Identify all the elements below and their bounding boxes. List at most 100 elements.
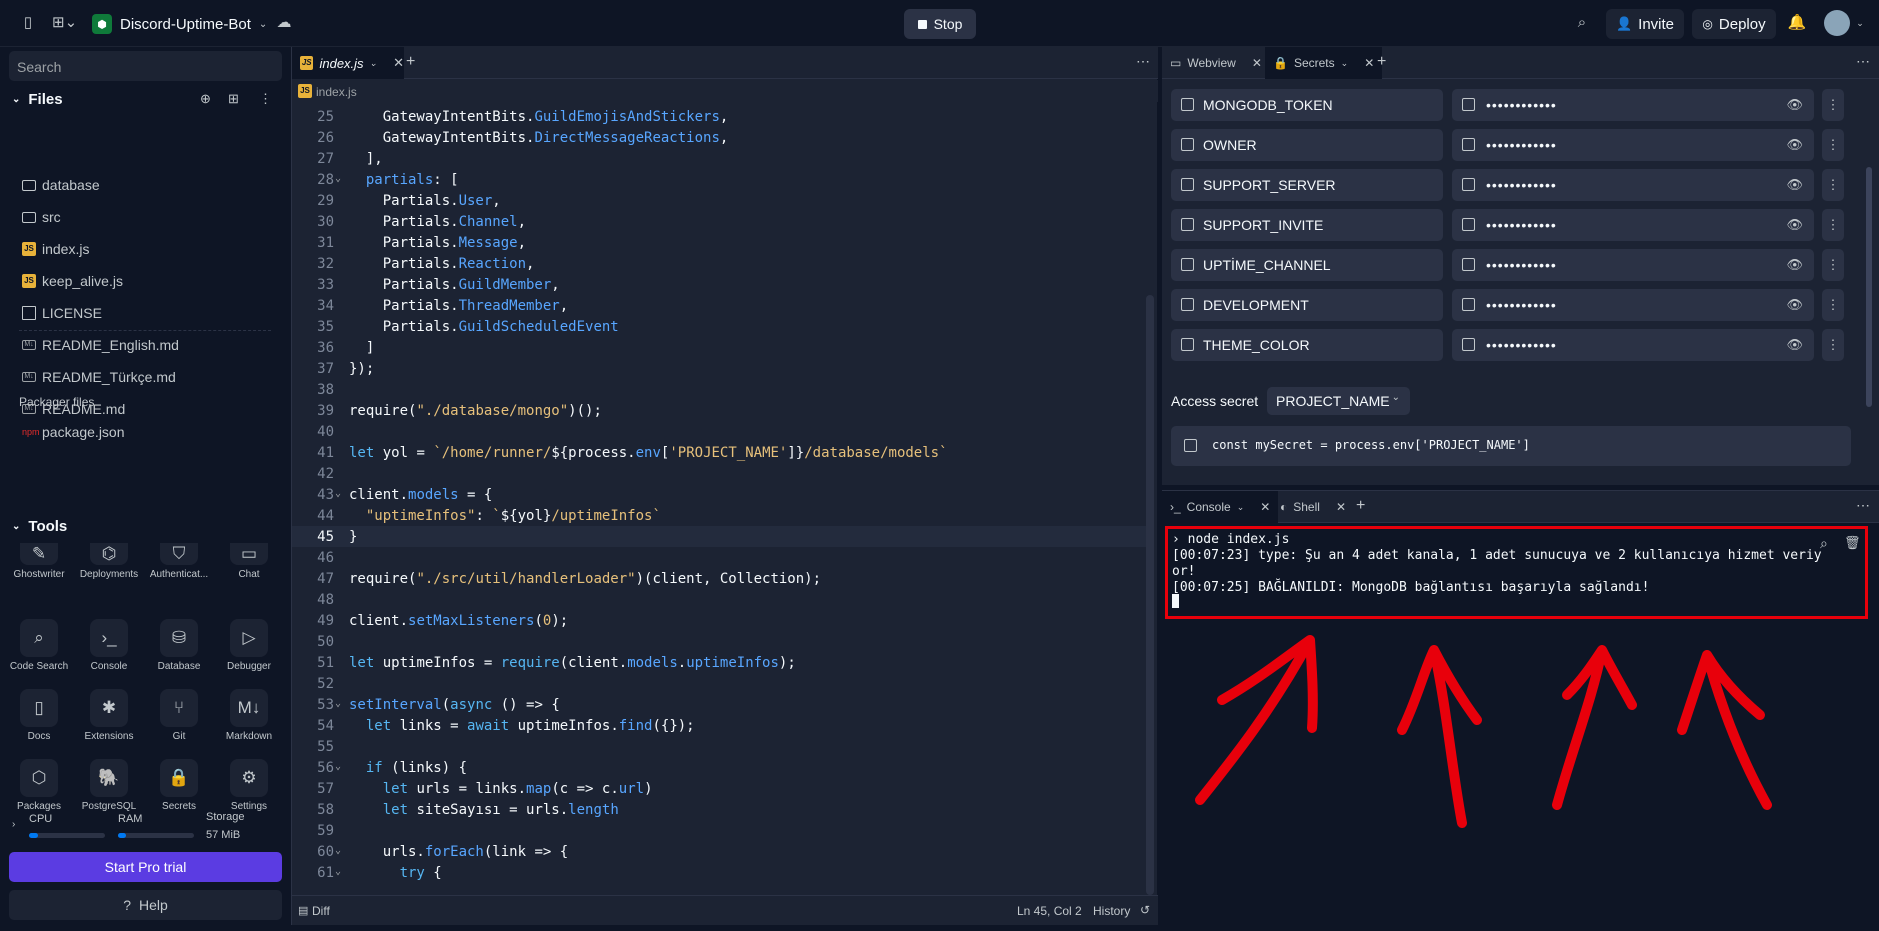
list-item[interactable]: M↓ README_English.md xyxy=(22,335,179,355)
list-item[interactable]: database xyxy=(22,175,100,195)
list-item[interactable]: LICENSE xyxy=(22,303,102,323)
copy-icon[interactable] xyxy=(1181,138,1194,151)
copy-icon[interactable] xyxy=(1181,178,1194,191)
help-button[interactable]: ? Help xyxy=(9,890,282,920)
new-file-icon[interactable]: ⊕ xyxy=(200,91,211,107)
layout-menu-icon[interactable]: ⊞⌄ xyxy=(52,13,77,33)
tab-console[interactable]: ›_ Console ⌄ ✕ xyxy=(1162,491,1279,523)
more-options-icon[interactable]: ⋯ xyxy=(1856,497,1870,514)
tab-webview[interactable]: ▭ Webview ✕ xyxy=(1162,47,1270,79)
copy-icon[interactable] xyxy=(1181,298,1194,311)
tool-ghostwriter[interactable]: ✎ Ghostwriter xyxy=(6,543,72,580)
tool-extensions[interactable]: ✱ Extensions xyxy=(76,689,142,742)
eye-icon[interactable]: 👁 xyxy=(1786,297,1804,313)
fold-chevron-icon[interactable]: ⌄ xyxy=(335,866,341,877)
more-options-icon[interactable]: ⋮ xyxy=(1822,129,1844,161)
eye-icon[interactable]: 👁 xyxy=(1786,217,1804,233)
copy-icon[interactable] xyxy=(1462,258,1475,271)
new-folder-icon[interactable]: ⊞ xyxy=(228,91,239,107)
stop-button[interactable]: Stop xyxy=(904,9,976,39)
fold-chevron-icon[interactable]: ⌄ xyxy=(335,845,341,856)
copy-icon[interactable] xyxy=(1462,338,1475,351)
add-tab-icon[interactable]: + xyxy=(1356,497,1365,515)
more-options-icon[interactable]: ⋯ xyxy=(1856,53,1870,70)
list-item[interactable]: src xyxy=(22,207,61,227)
tab-index-js[interactable]: JS index.js ⌄ ✕ xyxy=(292,47,404,79)
copy-icon[interactable] xyxy=(1184,439,1197,452)
list-item[interactable]: npm package.json xyxy=(22,422,125,442)
eye-icon[interactable]: 👁 xyxy=(1786,257,1804,273)
more-options-icon[interactable]: ⋮ xyxy=(1822,209,1844,241)
scrollbar[interactable] xyxy=(1146,295,1154,895)
more-options-icon[interactable]: ⋮ xyxy=(1822,289,1844,321)
close-icon[interactable]: ✕ xyxy=(1252,56,1262,70)
secret-value-field[interactable]: •••••••••••• 👁 xyxy=(1452,129,1814,161)
scrollbar[interactable] xyxy=(1866,167,1872,407)
avatar[interactable] xyxy=(1824,10,1850,36)
invite-button[interactable]: 👤 Invite xyxy=(1606,9,1684,39)
eye-icon[interactable]: 👁 xyxy=(1786,177,1804,193)
secret-value-field[interactable]: •••••••••••• 👁 xyxy=(1452,209,1814,241)
secret-name-field[interactable]: UPTİME_CHANNEL xyxy=(1171,249,1443,281)
secret-name-field[interactable]: MONGODB_TOKEN xyxy=(1171,89,1443,121)
code-area[interactable]: 25 GatewayIntentBits.GuildEmojisAndStick… xyxy=(292,105,1158,895)
secret-name-field[interactable]: OWNER xyxy=(1171,129,1443,161)
copy-icon[interactable] xyxy=(1181,98,1194,111)
copy-icon[interactable] xyxy=(1462,298,1475,311)
list-item[interactable]: M↓ README_Türkçe.md xyxy=(22,367,176,387)
deploy-button[interactable]: ◎ Deploy xyxy=(1692,9,1776,39)
copy-icon[interactable] xyxy=(1462,138,1475,151)
fold-chevron-icon[interactable]: ⌄ xyxy=(335,761,341,772)
sidebar-toggle-icon[interactable]: ▯ xyxy=(18,13,38,33)
close-icon[interactable]: ✕ xyxy=(1260,500,1270,514)
breadcrumb-item[interactable]: index.js xyxy=(316,85,357,99)
tool-markdown[interactable]: M↓ Markdown xyxy=(216,689,282,742)
fold-chevron-icon[interactable]: ⌄ xyxy=(335,173,341,184)
more-options-icon[interactable]: ⋮ xyxy=(1822,89,1844,121)
history-button[interactable]: History xyxy=(1093,904,1130,918)
tools-section-header[interactable]: ⌄ Tools xyxy=(12,518,67,535)
eye-icon[interactable]: 👁 xyxy=(1786,137,1804,153)
secret-value-field[interactable]: •••••••••••• 👁 xyxy=(1452,249,1814,281)
copy-icon[interactable] xyxy=(1181,218,1194,231)
tool-settings[interactable]: ⚙ Settings xyxy=(216,759,282,812)
fold-chevron-icon[interactable]: ⌄ xyxy=(335,698,341,709)
close-icon[interactable]: ✕ xyxy=(393,55,404,71)
add-tab-icon[interactable]: + xyxy=(1377,53,1386,71)
secret-name-field[interactable]: THEME_COLOR xyxy=(1171,329,1443,361)
access-secret-select[interactable]: PROJECT_NAME ⌄ xyxy=(1267,387,1410,415)
chevron-down-icon[interactable]: ⌄ xyxy=(1850,13,1870,33)
tool-packages[interactable]: ⬡ Packages xyxy=(6,759,72,812)
more-options-icon[interactable]: ⋮ xyxy=(259,91,272,107)
more-options-icon[interactable]: ⋮ xyxy=(1822,169,1844,201)
more-options-icon[interactable]: ⋮ xyxy=(1822,329,1844,361)
copy-icon[interactable] xyxy=(1462,218,1475,231)
more-options-icon[interactable]: ⋯ xyxy=(1136,53,1150,70)
tool-docs[interactable]: ▯ Docs xyxy=(6,689,72,742)
secret-name-field[interactable]: DEVELOPMENT xyxy=(1171,289,1443,321)
secret-value-field[interactable]: •••••••••••• 👁 xyxy=(1452,169,1814,201)
tab-shell[interactable]: ◐ Shell ✕ xyxy=(1272,491,1354,523)
bell-icon[interactable]: 🔔 xyxy=(1787,13,1807,33)
search-input[interactable]: Search xyxy=(9,51,282,81)
eye-icon[interactable]: 👁 xyxy=(1786,337,1804,353)
close-icon[interactable]: ✕ xyxy=(1364,56,1374,70)
more-options-icon[interactable]: ⋮ xyxy=(1822,249,1844,281)
project-selector[interactable]: ⬢ Discord-Uptime-Bot ⌄ xyxy=(92,12,267,36)
tool-console[interactable]: ›_ Console xyxy=(76,619,142,672)
list-item[interactable]: JS keep_alive.js xyxy=(22,271,123,291)
tool-debugger[interactable]: ▷ Debugger xyxy=(216,619,282,672)
secret-value-field[interactable]: •••••••••••• 👁 xyxy=(1452,89,1814,121)
copy-icon[interactable] xyxy=(1181,258,1194,271)
files-section-header[interactable]: ⌄ Files xyxy=(12,91,63,108)
tool-secrets[interactable]: 🔒 Secrets xyxy=(146,759,212,812)
secret-name-field[interactable]: SUPPORT_INVITE xyxy=(1171,209,1443,241)
list-item[interactable]: JS index.js xyxy=(22,239,89,259)
tool-git[interactable]: ⑂ Git xyxy=(146,689,212,742)
tool-code-search[interactable]: ⌕ Code Search xyxy=(6,619,72,672)
start-pro-trial-button[interactable]: Start Pro trial xyxy=(9,852,282,882)
tool-authenticat-[interactable]: ⛉ Authenticat... xyxy=(146,543,212,580)
copy-icon[interactable] xyxy=(1462,98,1475,111)
tool-chat[interactable]: ▭ Chat xyxy=(216,543,282,580)
chevron-right-icon[interactable]: › xyxy=(12,819,15,830)
